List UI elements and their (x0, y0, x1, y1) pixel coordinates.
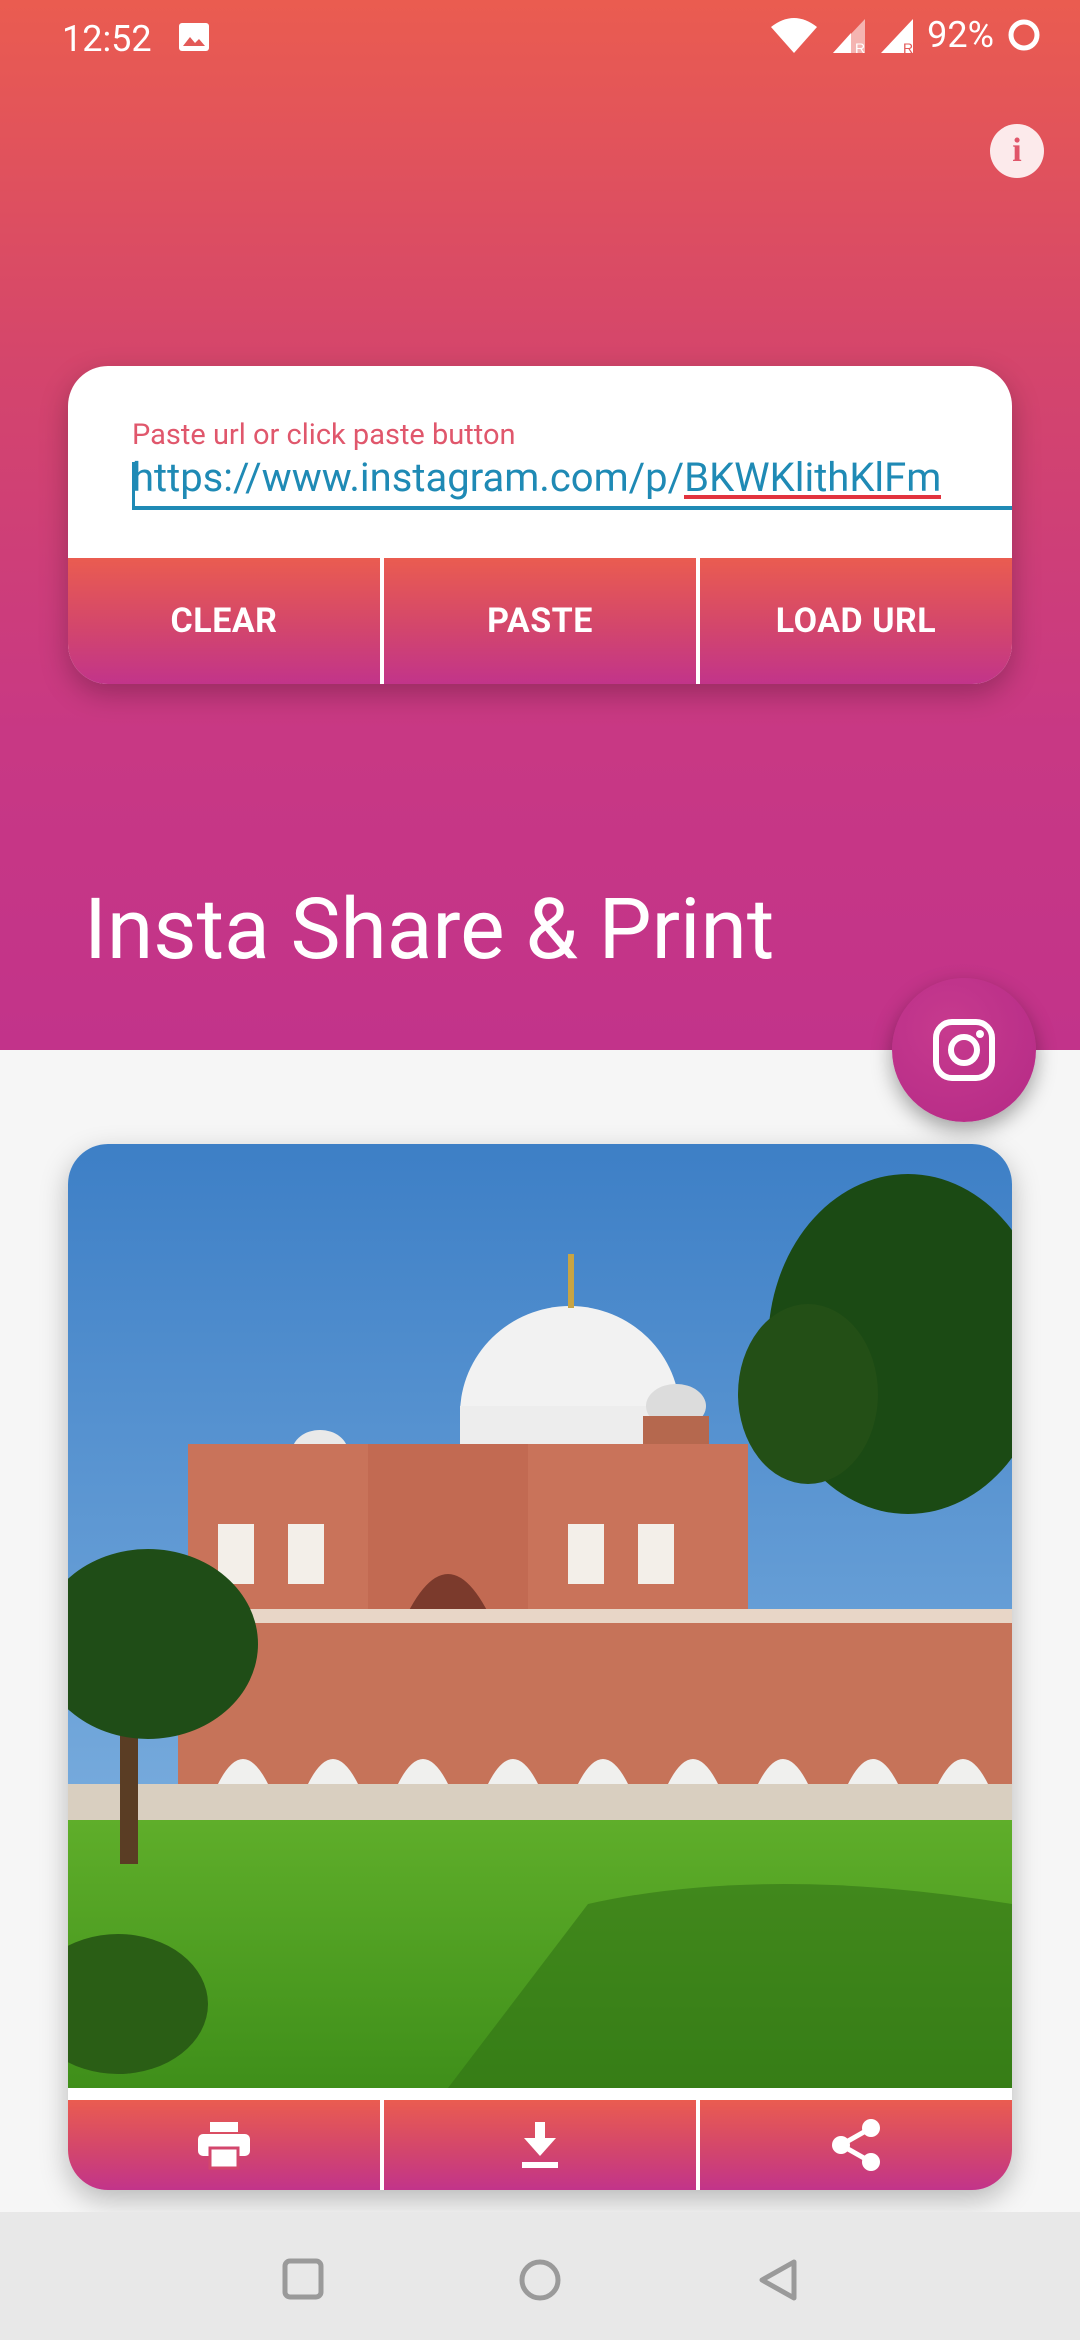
signal-icon: R (881, 19, 913, 55)
text-cursor (132, 462, 135, 506)
wifi-icon (771, 18, 818, 53)
info-icon: i (1012, 132, 1022, 169)
photo-actions (68, 2100, 1012, 2190)
battery-percent: 92% (927, 14, 994, 56)
url-hint: Paste url or click paste button (132, 418, 516, 452)
instagram-button[interactable] (892, 978, 1036, 1122)
share-button[interactable] (700, 2100, 1012, 2190)
print-icon (198, 2122, 250, 2170)
photo-card (68, 1144, 1012, 2190)
url-main: https://www.instagram.com/p/ (132, 454, 685, 501)
url-actions: CLEAR PASTE LOAD URL (68, 558, 1012, 684)
download-button[interactable] (384, 2100, 696, 2190)
clear-button[interactable]: CLEAR (68, 558, 380, 684)
image-icon (179, 23, 209, 51)
recents-square-icon[interactable] (282, 2258, 324, 2300)
load-url-button[interactable]: LOAD URL (700, 558, 1012, 684)
post-image[interactable] (68, 1144, 1012, 2088)
status-time: 12:52 (62, 18, 152, 60)
print-button[interactable] (68, 2100, 380, 2190)
svg-text:R: R (855, 40, 865, 55)
info-button[interactable]: i (990, 124, 1044, 178)
back-triangle-icon[interactable] (756, 2258, 798, 2302)
signal-icon: R (833, 19, 865, 55)
instagram-icon (933, 1019, 995, 1081)
url-misspelled: BKWKlithKlFm (684, 454, 942, 501)
download-icon (522, 2122, 558, 2168)
paste-button[interactable]: PASTE (384, 558, 696, 684)
url-card: Paste url or click paste button https://… (68, 366, 1012, 684)
system-nav-bar (0, 2212, 1080, 2340)
battery-ring-icon (1008, 19, 1040, 51)
status-bar: 12:52 R R 92% (0, 0, 1080, 80)
app-title: Insta Share & Print (84, 880, 775, 979)
home-circle-icon[interactable] (518, 2258, 562, 2302)
status-right: R R 92% (769, 14, 1042, 56)
url-text: https://www.instagram.com/p/BKWKlithKlFm (132, 454, 941, 504)
url-input[interactable]: https://www.instagram.com/p/BKWKlithKlFm (132, 454, 1012, 510)
svg-text:R: R (903, 40, 913, 55)
share-icon (832, 2119, 880, 2171)
